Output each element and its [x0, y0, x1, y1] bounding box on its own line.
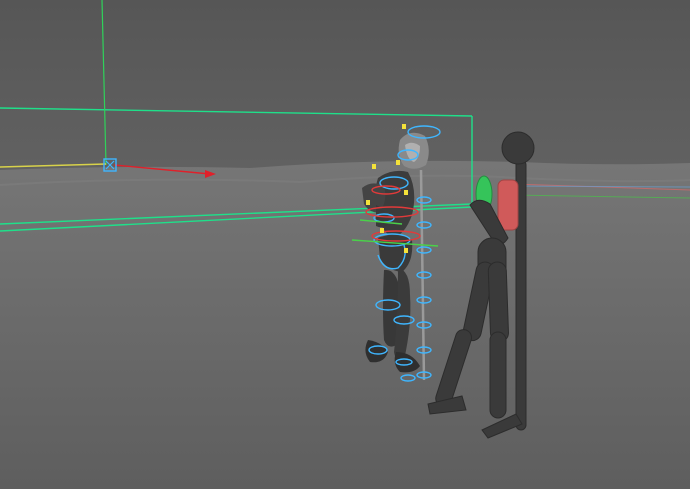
viewport[interactable]	[0, 0, 690, 489]
viewport-canvas[interactable]	[0, 0, 690, 489]
sky	[0, 0, 690, 180]
